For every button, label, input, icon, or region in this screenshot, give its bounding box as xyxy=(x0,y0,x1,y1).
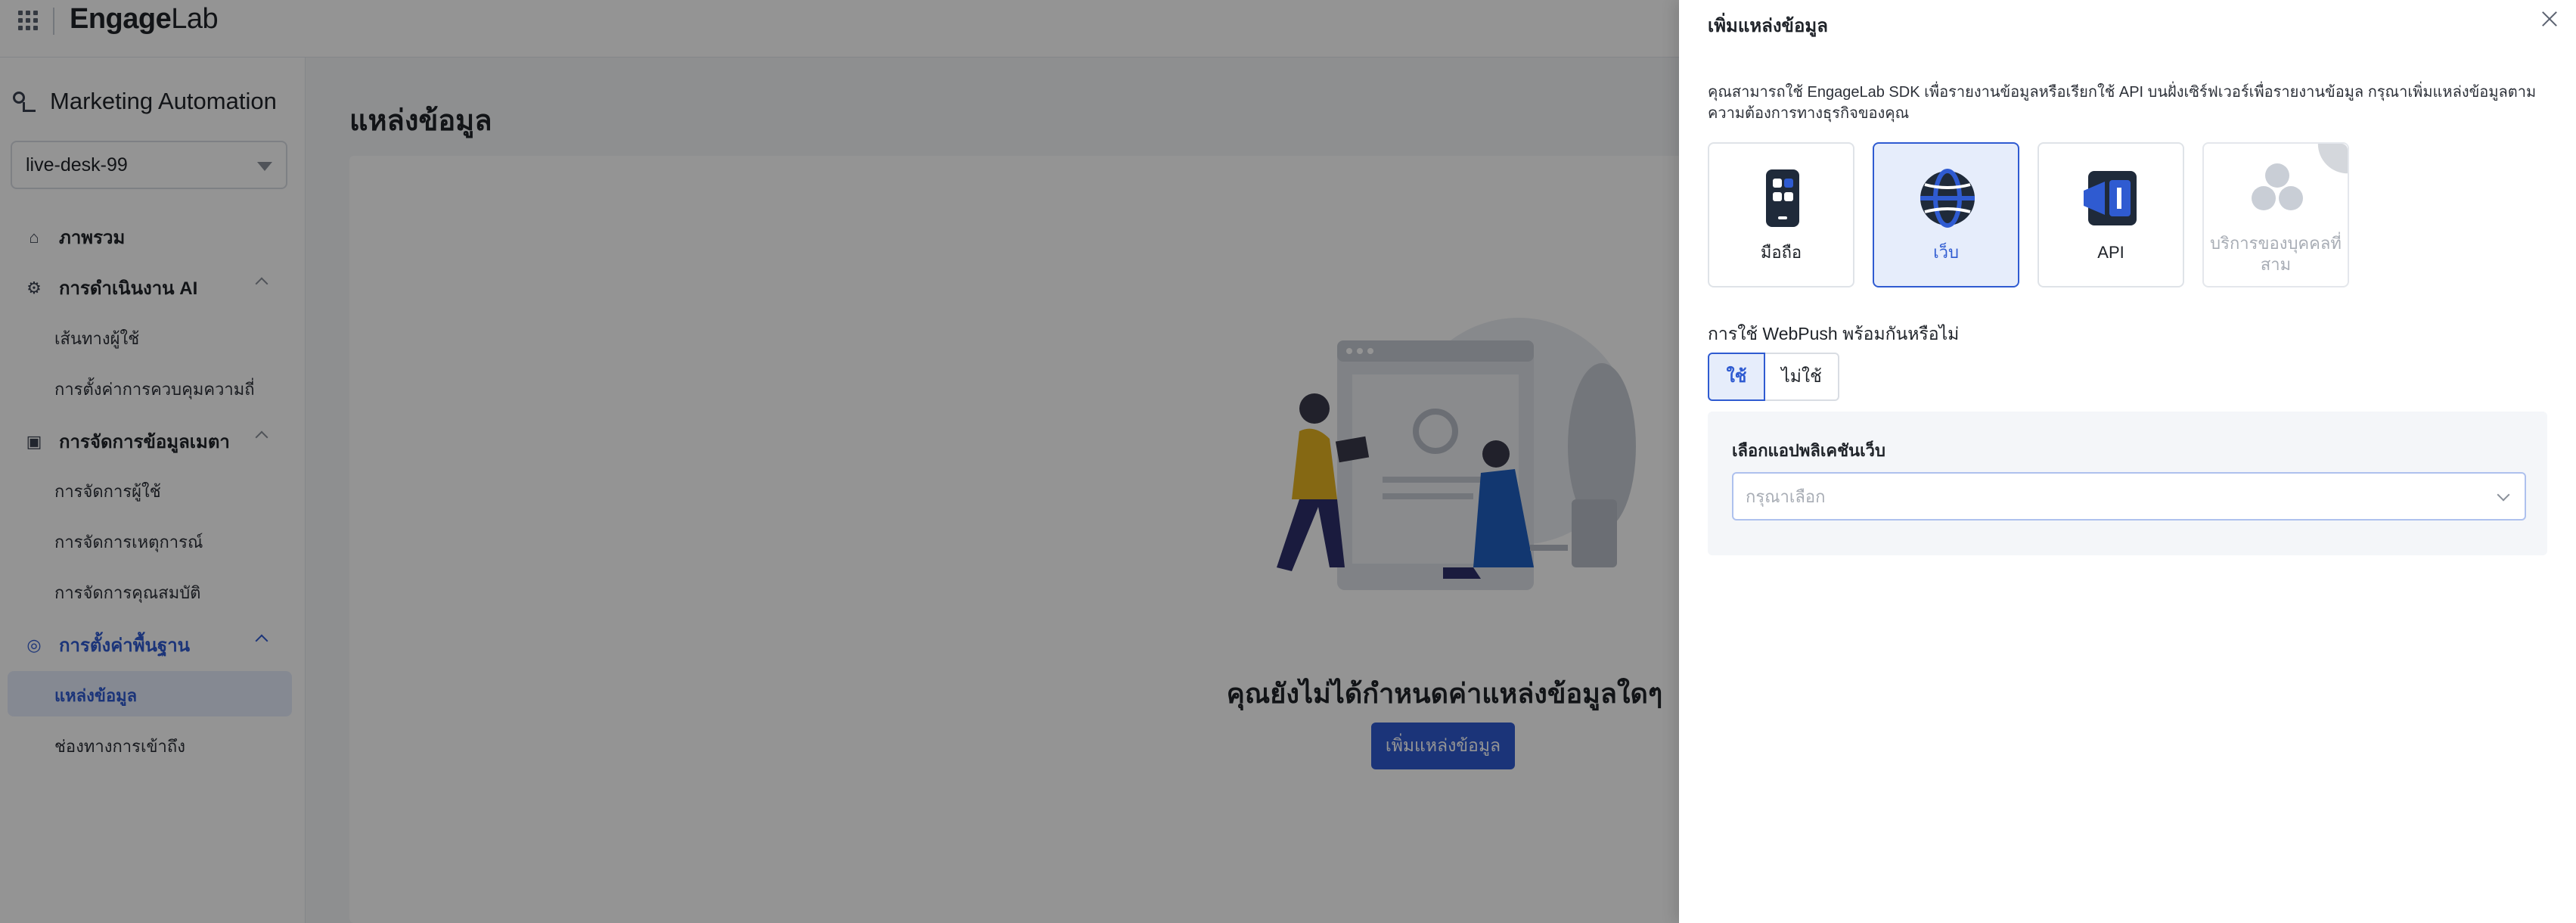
source-card-api[interactable]: API xyxy=(2038,142,2184,287)
source-card-mobile[interactable]: มือถือ xyxy=(1708,142,1854,287)
coming-soon-badge xyxy=(2305,144,2348,186)
api-icon xyxy=(2084,171,2137,225)
add-data-source-drawer: เพิ่มแหล่งข้อมูล คุณสามารถใช้ EngageLab … xyxy=(1679,0,2576,923)
drawer-title: เพิ่มแหล่งข้อมูล xyxy=(1708,16,1828,36)
source-label-api: API xyxy=(2097,243,2124,262)
globe-icon xyxy=(1920,169,1975,228)
webpush-no-button[interactable]: ไม่ใช้ xyxy=(1764,353,1839,401)
web-app-select[interactable]: กรุณาเลือก xyxy=(1732,472,2526,521)
third-party-icon xyxy=(2252,163,2303,210)
drawer-description: คุณสามารถใช้ EngageLab SDK เพื่อรายงานข้… xyxy=(1708,84,2537,122)
mobile-icon xyxy=(1766,169,1799,227)
web-app-panel: เลือกแอปพลิเคชันเว็บ กรุณาเลือก xyxy=(1708,412,2547,555)
chevron-down-icon xyxy=(2497,488,2510,502)
source-label-third-party: บริการของบุคคลที่สาม xyxy=(2210,234,2342,274)
close-icon[interactable] xyxy=(2540,9,2559,29)
source-card-web[interactable]: เว็บ xyxy=(1873,142,2019,287)
web-app-label: เลือกแอปพลิเคชันเว็บ xyxy=(1732,441,1885,460)
web-app-placeholder: กรุณาเลือก xyxy=(1746,486,1826,506)
source-label-web: เว็บ xyxy=(1933,243,1959,262)
webpush-yes-button[interactable]: ใช้ xyxy=(1708,353,1765,401)
source-label-mobile: มือถือ xyxy=(1760,243,1802,262)
source-card-third-party[interactable]: บริการของบุคคลที่สาม xyxy=(2202,142,2349,287)
webpush-question: การใช้ WebPush พร้อมกันหรือไม่ xyxy=(1708,324,1960,343)
modal-mask[interactable] xyxy=(0,0,1679,923)
